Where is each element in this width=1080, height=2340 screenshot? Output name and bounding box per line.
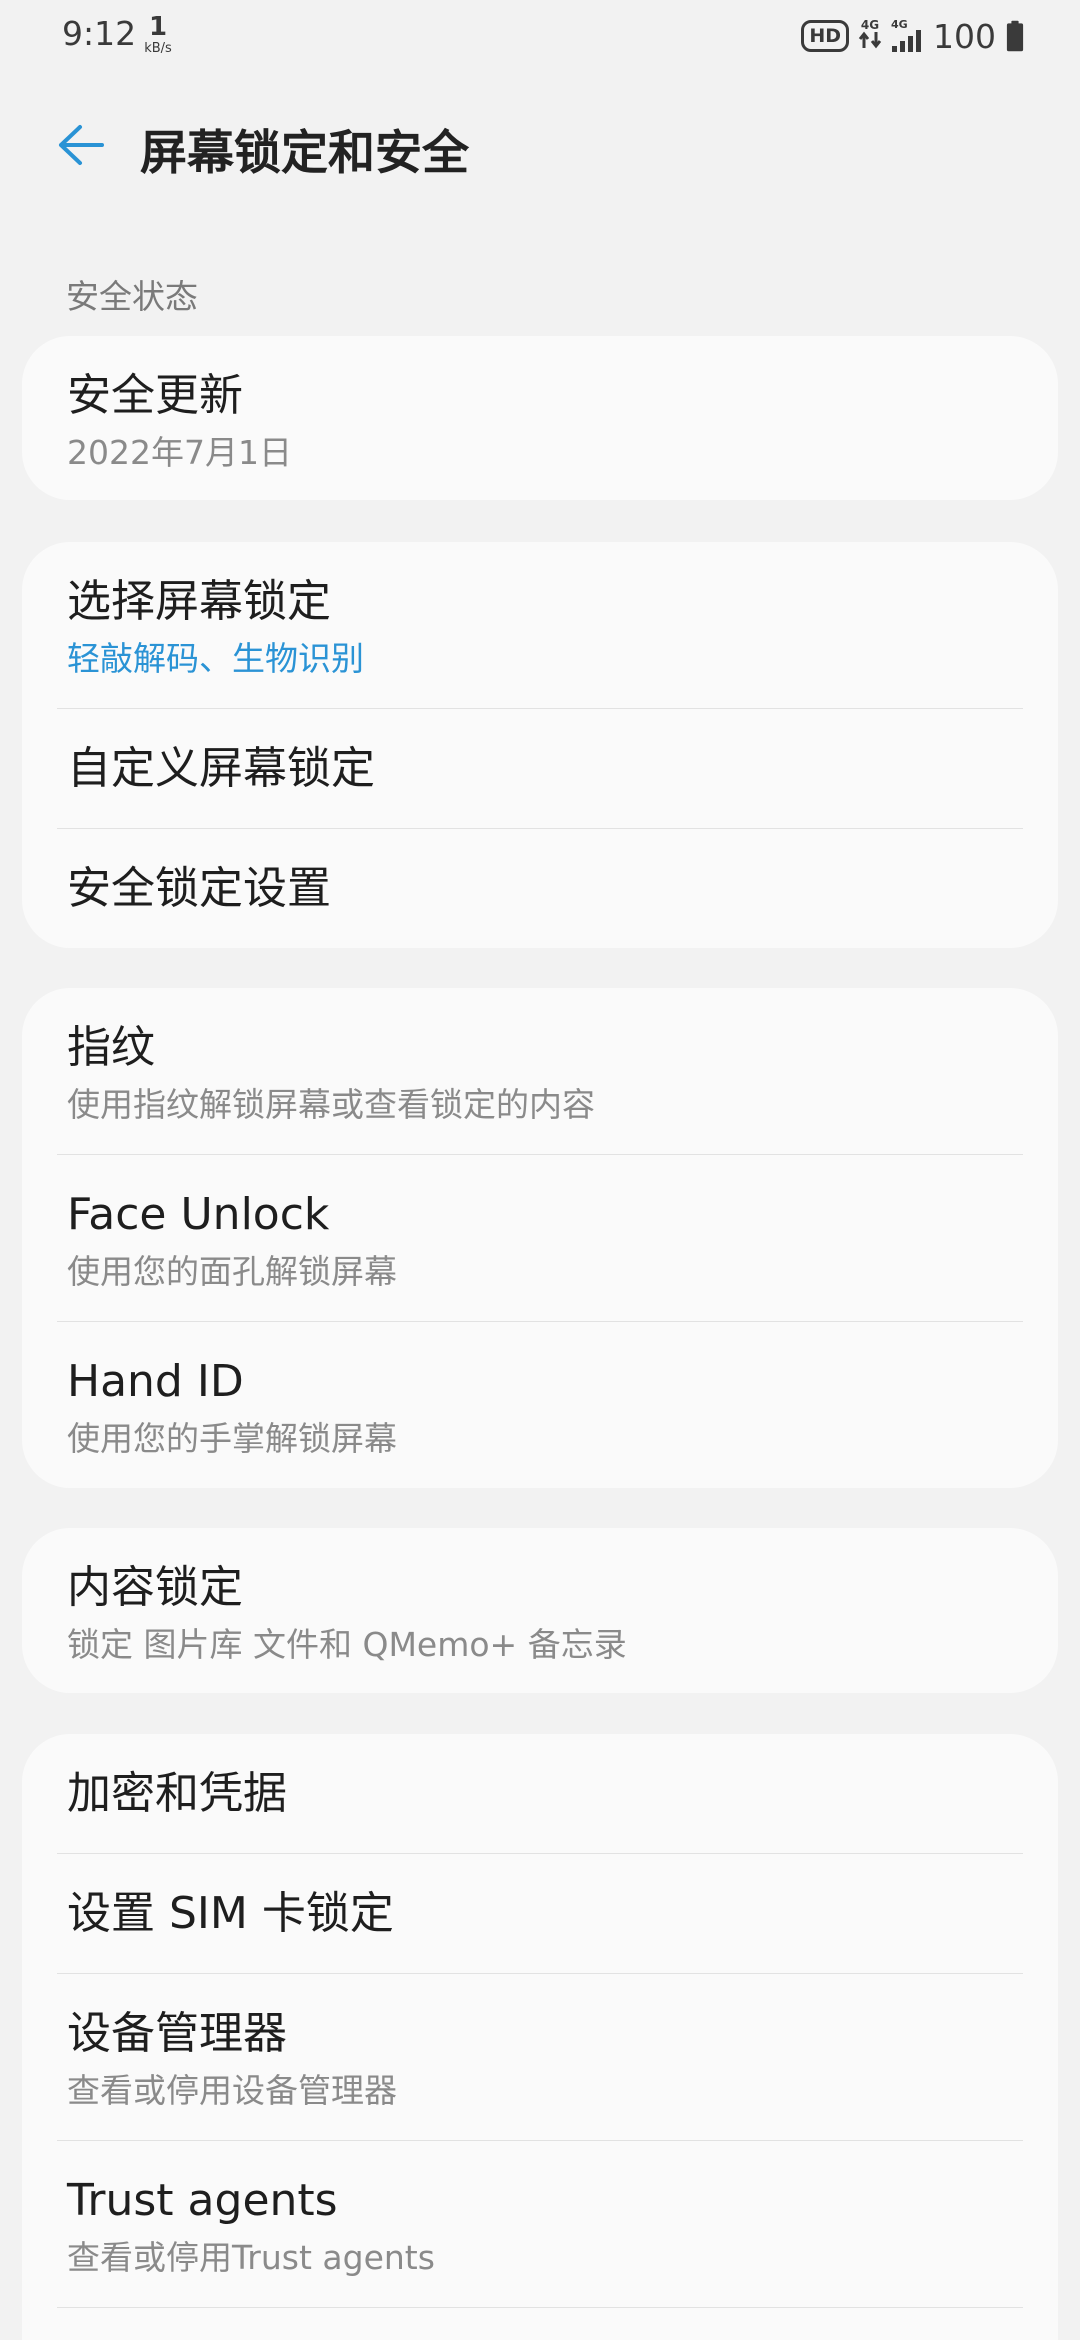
biometrics-card: 指纹 使用指纹解锁屏幕或查看锁定的内容 Face Unlock 使用您的面孔解锁… <box>22 988 1058 1488</box>
trust-agents-item[interactable]: Trust agents 查看或停用Trust agents <box>22 2141 1058 2308</box>
data-transfer-icon: 4G <box>857 19 883 53</box>
security-update-title: 安全更新 <box>67 370 243 421</box>
advanced-security-card: 加密和凭据 设置 SIM 卡锁定 设备管理器 查看或停用设备管理器 Trust … <box>22 1734 1058 2340</box>
encryption-credentials-title: 加密和凭据 <box>67 1768 287 1819</box>
security-update-card: 安全更新 2022年7月1日 <box>22 336 1058 500</box>
network-speed-value: 1 <box>148 12 168 42</box>
face-unlock-title: Face Unlock <box>67 1189 330 1240</box>
select-screen-lock-item[interactable]: 选择屏幕锁定 轻敲解码、生物识别 <box>22 542 1058 709</box>
secure-lock-settings-item[interactable]: 安全锁定设置 <box>22 829 1058 948</box>
select-screen-lock-title: 选择屏幕锁定 <box>67 576 331 627</box>
back-arrow-icon <box>59 125 104 165</box>
battery-percent: 100 <box>933 16 996 56</box>
content-lock-item[interactable]: 内容锁定 锁定 图片库 文件和 QMemo+ 备忘录 <box>22 1528 1058 1693</box>
hd-voice-icon: HD <box>801 20 849 52</box>
app-bar: 屏幕锁定和安全 <box>0 90 1080 200</box>
hand-id-subtitle: 使用您的手掌解锁屏幕 <box>67 1419 397 1458</box>
fingerprint-item[interactable]: 指纹 使用指纹解锁屏幕或查看锁定的内容 <box>22 988 1058 1155</box>
divider <box>57 2307 1023 2308</box>
net-type-label: 4G <box>860 18 880 32</box>
trust-agents-title: Trust agents <box>67 2175 338 2226</box>
face-unlock-item[interactable]: Face Unlock 使用您的面孔解锁屏幕 <box>22 1155 1058 1322</box>
content-lock-card: 内容锁定 锁定 图片库 文件和 QMemo+ 备忘录 <box>22 1528 1058 1693</box>
security-update-item[interactable]: 安全更新 2022年7月1日 <box>22 336 1058 500</box>
back-button[interactable] <box>40 112 120 178</box>
customize-screen-lock-title: 自定义屏幕锁定 <box>67 743 375 794</box>
signal-bars-icon <box>892 30 921 52</box>
network-speed: 1 kB/s <box>138 14 178 55</box>
status-bar: 9:12 1 kB/s HD 4G 4G 100 <box>0 0 1080 72</box>
device-admin-title: 设备管理器 <box>67 2008 287 2059</box>
fingerprint-subtitle: 使用指纹解锁屏幕或查看锁定的内容 <box>67 1085 595 1124</box>
hand-id-item[interactable]: Hand ID 使用您的手掌解锁屏幕 <box>22 1322 1058 1488</box>
content-lock-title: 内容锁定 <box>67 1562 243 1613</box>
content-lock-subtitle: 锁定 图片库 文件和 QMemo+ 备忘录 <box>67 1625 627 1664</box>
device-admin-item[interactable]: 设备管理器 查看或停用设备管理器 <box>22 1974 1058 2141</box>
hand-id-title: Hand ID <box>67 1356 244 1407</box>
transfer-arrows-icon <box>858 31 882 49</box>
security-update-date: 2022年7月1日 <box>67 433 292 472</box>
encryption-credentials-item[interactable]: 加密和凭据 <box>22 1734 1058 1854</box>
network-speed-unit: kB/s <box>144 41 172 56</box>
signal-icon: 4G <box>891 19 925 53</box>
fingerprint-title: 指纹 <box>67 1022 155 1073</box>
status-icons: HD 4G 4G 100 <box>801 16 1024 56</box>
device-admin-subtitle: 查看或停用设备管理器 <box>67 2071 397 2110</box>
secure-lock-settings-title: 安全锁定设置 <box>67 863 331 914</box>
sim-lock-title: 设置 SIM 卡锁定 <box>67 1888 394 1939</box>
status-time: 9:12 <box>62 14 137 53</box>
security-status-header: 安全状态 <box>66 277 198 316</box>
select-screen-lock-value: 轻敲解码、生物识别 <box>67 639 364 678</box>
page-title: 屏幕锁定和安全 <box>140 126 469 181</box>
screen-lock-card: 选择屏幕锁定 轻敲解码、生物识别 自定义屏幕锁定 安全锁定设置 <box>22 542 1058 948</box>
face-unlock-subtitle: 使用您的面孔解锁屏幕 <box>67 1252 397 1291</box>
sim-lock-item[interactable]: 设置 SIM 卡锁定 <box>22 1854 1058 1974</box>
customize-screen-lock-item[interactable]: 自定义屏幕锁定 <box>22 709 1058 829</box>
battery-icon <box>1006 20 1024 52</box>
signal-type-label: 4G <box>891 18 908 31</box>
trust-agents-subtitle: 查看或停用Trust agents <box>67 2238 435 2277</box>
